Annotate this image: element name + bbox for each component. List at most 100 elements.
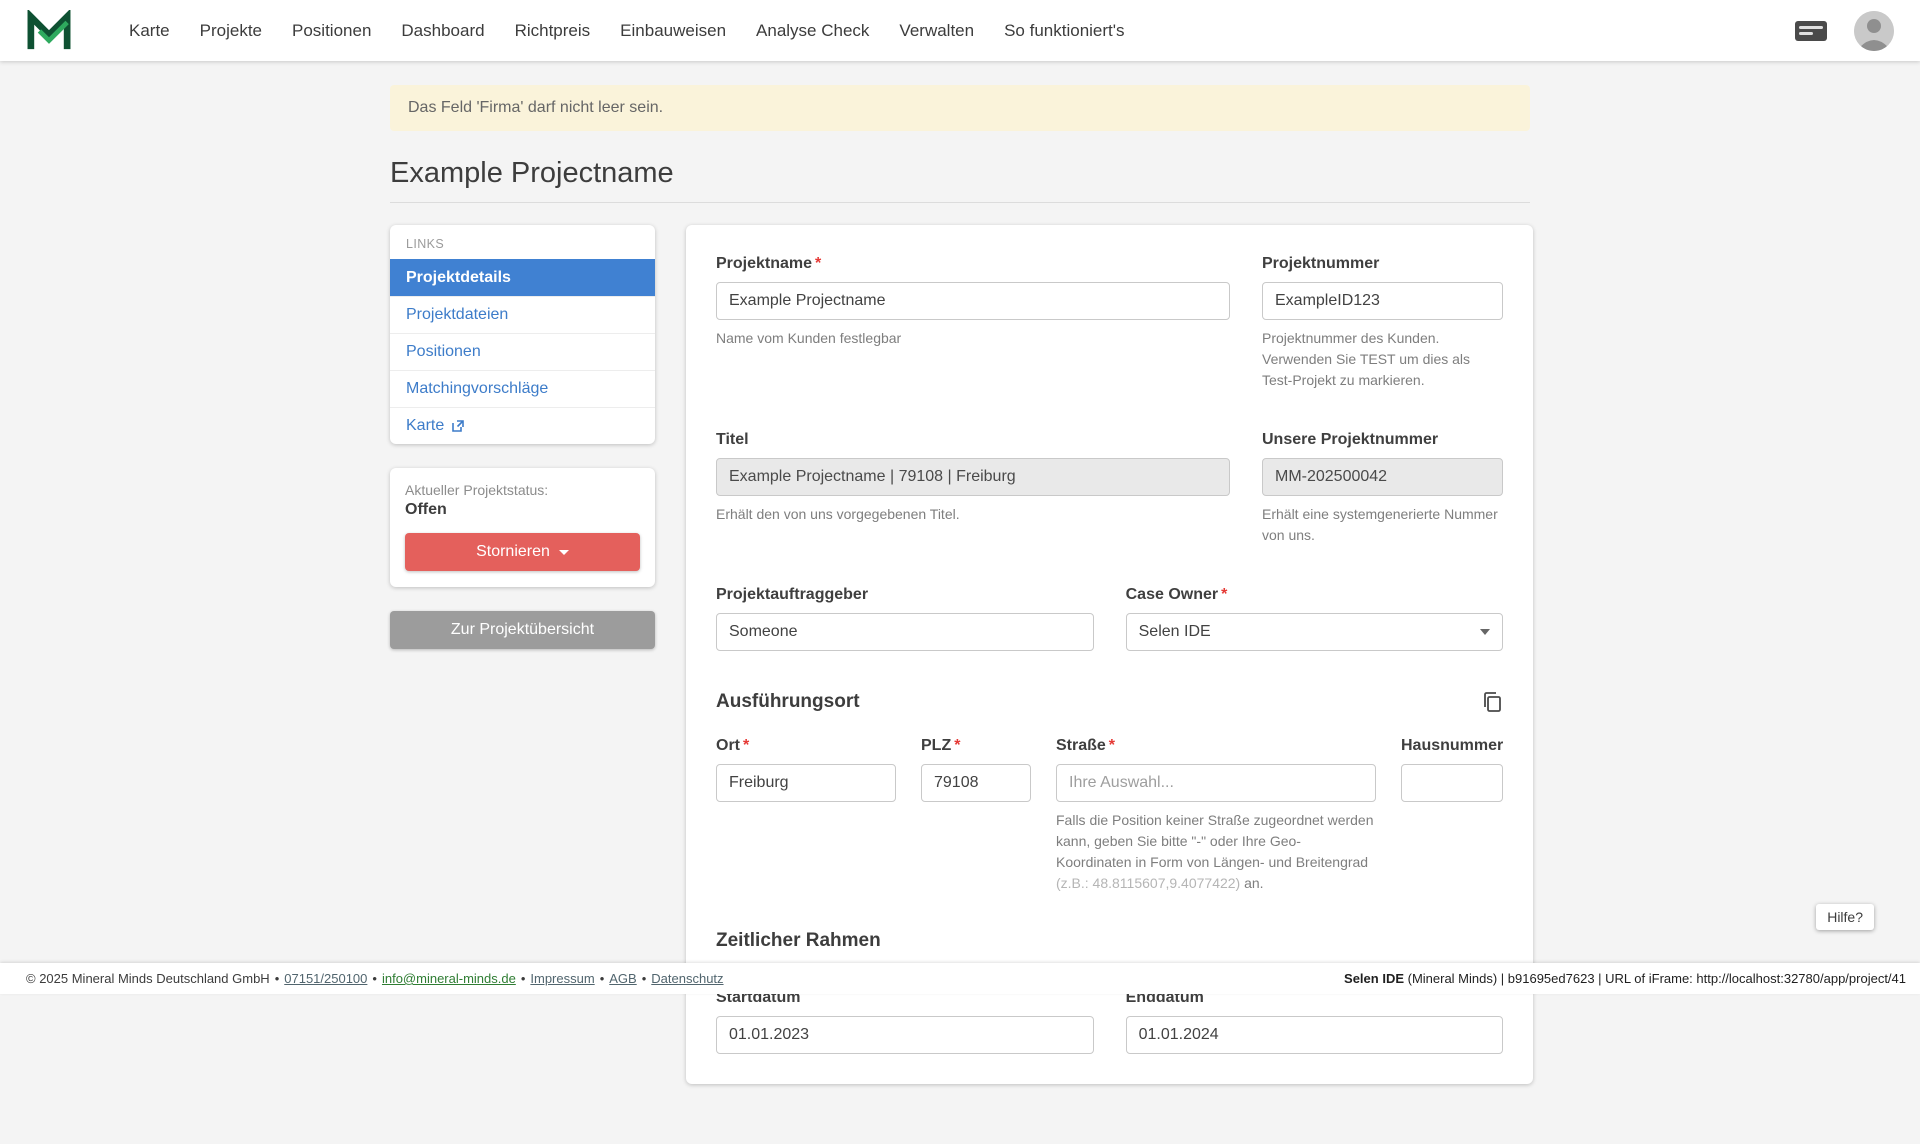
nav-positionen[interactable]: Positionen: [277, 0, 386, 61]
project-details-form: Projektname* Name vom Kunden festlegbar …: [686, 225, 1533, 1084]
footer-session-info: Selen IDE (Mineral Minds) | b91695ed7623…: [1344, 971, 1906, 986]
app-logo[interactable]: [26, 10, 72, 52]
field-unsere-projektnummer: Unsere Projektnummer Erhält eine systemg…: [1262, 431, 1503, 546]
logo-icon: [26, 10, 72, 52]
projektauftraggeber-label: Projektauftraggeber: [716, 586, 1094, 604]
links-header: LINKS: [390, 225, 655, 259]
sidebar-item-projektdetails[interactable]: Projektdetails: [390, 259, 655, 296]
strasse-helper: Falls die Position keiner Straße zugeord…: [1056, 810, 1376, 894]
unsere-projektnummer-input: [1262, 458, 1503, 496]
warning-banner: Das Feld 'Firma' darf nicht leer sein.: [390, 85, 1530, 131]
projektname-helper: Name vom Kunden festlegbar: [716, 328, 1230, 349]
left-sidebar: LINKS Projektdetails Projektdateien Posi…: [390, 225, 655, 649]
status-card: Aktueller Projektstatus: Offen Storniere…: [390, 468, 655, 587]
field-hausnummer: Hausnummer: [1401, 737, 1503, 894]
hausnummer-label: Hausnummer: [1401, 737, 1503, 755]
ort-input[interactable]: [716, 764, 896, 802]
titel-helper: Erhält den von uns vorgegebenen Titel.: [716, 504, 1230, 525]
external-link-icon: [451, 419, 465, 433]
field-ort: Ort*: [716, 737, 896, 894]
required-marker: *: [815, 255, 821, 272]
sidebar-item-label: Matchingvorschläge: [406, 380, 548, 398]
copy-icon[interactable]: [1481, 691, 1503, 713]
title-divider: [390, 202, 1530, 203]
status-label: Aktueller Projektstatus:: [405, 482, 640, 498]
footer-email-link[interactable]: info@mineral-minds.de: [382, 971, 516, 986]
top-navbar: Karte Projekte Positionen Dashboard Rich…: [0, 0, 1920, 61]
projektname-label: Projektname*: [716, 255, 1230, 273]
user-avatar[interactable]: [1854, 11, 1894, 51]
navbar-right: [1794, 11, 1894, 51]
sidebar-item-karte[interactable]: Karte: [390, 407, 655, 444]
nav-dashboard[interactable]: Dashboard: [386, 0, 499, 61]
sidebar-item-label: Projektdateien: [406, 306, 508, 324]
plz-input[interactable]: [921, 764, 1031, 802]
card-icon[interactable]: [1794, 19, 1828, 43]
zeitlicher-rahmen-heading: Zeitlicher Rahmen: [716, 930, 1503, 952]
status-value: Offen: [405, 501, 640, 519]
field-startdatum: Startdatum: [716, 989, 1094, 1054]
nav-einbauweisen[interactable]: Einbauweisen: [605, 0, 741, 61]
help-button[interactable]: Hilfe?: [1816, 904, 1874, 930]
nav-richtpreis[interactable]: Richtpreis: [500, 0, 606, 61]
field-plz: PLZ*: [921, 737, 1031, 894]
nav-projekte[interactable]: Projekte: [185, 0, 277, 61]
startdatum-input[interactable]: [716, 1016, 1094, 1054]
projektname-input[interactable]: [716, 282, 1230, 320]
field-projektname: Projektname* Name vom Kunden festlegbar: [716, 255, 1230, 391]
required-marker: *: [1221, 586, 1227, 603]
links-card: LINKS Projektdetails Projektdateien Posi…: [390, 225, 655, 444]
footer-datenschutz-link[interactable]: Datenschutz: [651, 971, 723, 986]
page-footer: © 2025 Mineral Minds Deutschland GmbH • …: [0, 963, 1920, 994]
required-marker: *: [1109, 737, 1115, 754]
nav-karte[interactable]: Karte: [114, 0, 185, 61]
stornieren-label: Stornieren: [476, 543, 550, 561]
chevron-down-icon: [559, 550, 569, 555]
person-icon: [1854, 11, 1894, 51]
projektnummer-label: Projektnummer: [1262, 255, 1503, 273]
required-marker: *: [954, 737, 960, 754]
ausfuehrungsort-heading: Ausführungsort: [716, 691, 860, 713]
required-marker: *: [743, 737, 749, 754]
projektnummer-helper: Projektnummer des Kunden. Verwenden Sie …: [1262, 328, 1503, 391]
nav-so-funktionierts[interactable]: So funktioniert's: [989, 0, 1139, 61]
sidebar-item-label: Projektdetails: [406, 269, 511, 287]
case-owner-value: Selen IDE: [1139, 623, 1211, 641]
field-titel: Titel Erhält den von uns vorgegebenen Ti…: [716, 431, 1230, 546]
page-title: Example Projectname: [390, 157, 1530, 190]
enddatum-input[interactable]: [1126, 1016, 1504, 1054]
nav-analyse-check[interactable]: Analyse Check: [741, 0, 884, 61]
plz-label: PLZ*: [921, 737, 1031, 755]
footer-left: © 2025 Mineral Minds Deutschland GmbH • …: [26, 971, 724, 986]
chevron-down-icon: [1480, 629, 1490, 635]
field-enddatum: Enddatum: [1126, 989, 1504, 1054]
hausnummer-input[interactable]: [1401, 764, 1503, 802]
stornieren-button[interactable]: Stornieren: [405, 533, 640, 571]
case-owner-select[interactable]: Selen IDE: [1126, 613, 1504, 651]
footer-user: Selen IDE: [1344, 971, 1404, 986]
sidebar-item-projektdateien[interactable]: Projektdateien: [390, 296, 655, 333]
strasse-label: Straße*: [1056, 737, 1376, 755]
back-to-overview-button[interactable]: Zur Projektübersicht: [390, 611, 655, 649]
footer-agb-link[interactable]: AGB: [609, 971, 636, 986]
nav-verwalten[interactable]: Verwalten: [884, 0, 989, 61]
sidebar-item-label: Positionen: [406, 343, 481, 361]
field-strasse: Straße* Falls die Position keiner Straße…: [1056, 737, 1376, 894]
unsere-projektnummer-label: Unsere Projektnummer: [1262, 431, 1503, 449]
titel-label: Titel: [716, 431, 1230, 449]
footer-phone-link[interactable]: 07151/250100: [284, 971, 367, 986]
sidebar-item-label: Karte: [406, 417, 444, 435]
projektnummer-input[interactable]: [1262, 282, 1503, 320]
titel-input: [716, 458, 1230, 496]
copyright-text: © 2025 Mineral Minds Deutschland GmbH: [26, 971, 270, 986]
projektauftraggeber-input[interactable]: [716, 613, 1094, 651]
warning-message: Das Feld 'Firma' darf nicht leer sein.: [408, 99, 663, 116]
footer-impressum-link[interactable]: Impressum: [530, 971, 594, 986]
field-projektauftraggeber: Projektauftraggeber: [716, 586, 1094, 651]
sidebar-item-positionen[interactable]: Positionen: [390, 333, 655, 370]
unsere-projektnummer-helper: Erhält eine systemgenerierte Nummer von …: [1262, 504, 1503, 546]
field-case-owner: Case Owner* Selen IDE: [1126, 586, 1504, 651]
sidebar-item-matchingvorschlaege[interactable]: Matchingvorschläge: [390, 370, 655, 407]
strasse-input[interactable]: [1056, 764, 1376, 802]
field-projektnummer: Projektnummer Projektnummer des Kunden. …: [1262, 255, 1503, 391]
